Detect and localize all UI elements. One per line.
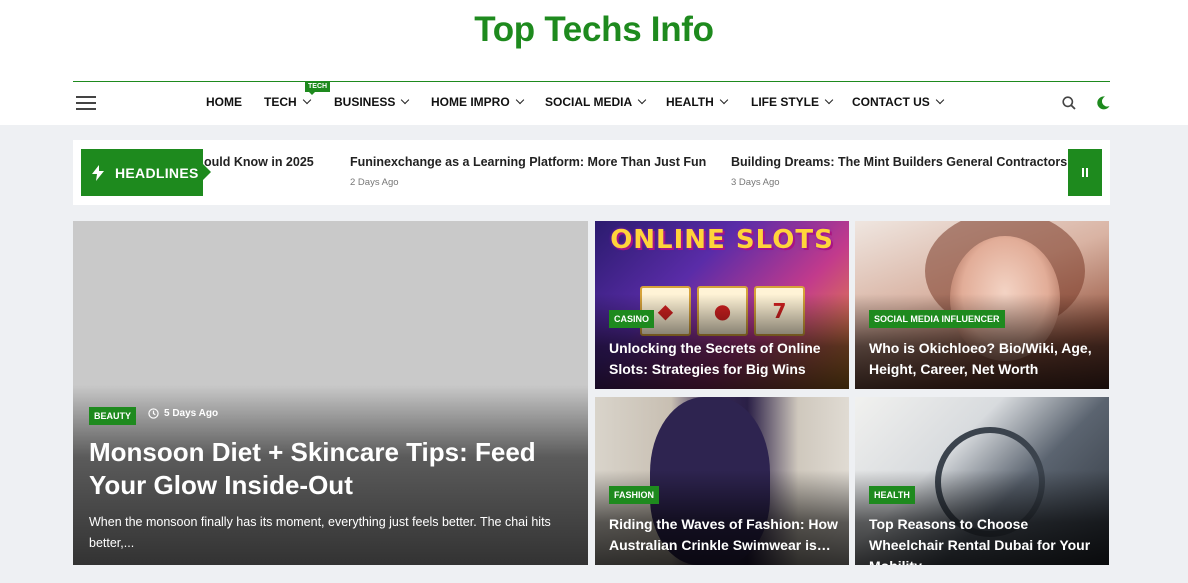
- ticker-item[interactable]: Building Dreams: The Mint Builders Gener…: [731, 155, 1085, 188]
- category-badge[interactable]: HEALTH: [869, 486, 915, 504]
- nav-item-health[interactable]: HEALTH: [666, 95, 729, 109]
- category-badge[interactable]: CASINO: [609, 310, 655, 328]
- ticker-date: 2 Days Ago: [350, 177, 399, 188]
- chevron-down-icon: [515, 95, 524, 105]
- site-title[interactable]: Top Techs Info: [0, 10, 1188, 50]
- category-badge[interactable]: BEAUTY: [89, 407, 137, 425]
- pause-button[interactable]: [1068, 149, 1102, 196]
- post-card[interactable]: HEALTH Top Reasons to Choose Wheelchair …: [855, 397, 1109, 565]
- post-excerpt: When the monsoon finally has its moment,…: [89, 515, 551, 550]
- headlines-label: HEADLINES: [81, 149, 211, 196]
- tech-badge: TECH: [305, 81, 331, 95]
- chevron-down-icon: [637, 95, 647, 105]
- nav-item-home-impro[interactable]: HOME IMPRO: [431, 95, 524, 109]
- nav-divider: [73, 81, 1110, 82]
- nav-item-tech[interactable]: TECH: [264, 95, 311, 109]
- search-icon[interactable]: [1062, 96, 1076, 110]
- chevron-down-icon: [719, 95, 729, 105]
- nav-item-social-media[interactable]: SOCIAL MEDIA: [545, 95, 647, 109]
- ticker-date: 3 Days Ago: [731, 177, 780, 188]
- post-card[interactable]: FASHION Riding the Waves of Fashion: How…: [595, 397, 849, 565]
- post-card[interactable]: SOCIAL MEDIA INFLUENCER Who is Okichloeo…: [855, 221, 1109, 389]
- card-image-text: ONLINE SLOTS: [610, 225, 834, 255]
- headlines-ticker: HEADLINES ould Know in 2025 Funinexchang…: [73, 140, 1110, 205]
- nav-item-contact-us[interactable]: CONTACT US: [852, 95, 945, 109]
- pause-icon: [1082, 168, 1084, 177]
- headlines-text: HEADLINES: [115, 164, 199, 181]
- nav-item-label: HOME IMPRO: [431, 95, 510, 109]
- nav-item-home[interactable]: HOME: [206, 95, 242, 109]
- post-card[interactable]: ONLINE SLOTS ◆●7 CASINO Unlocking the Se…: [595, 221, 849, 389]
- nav-item-label: CONTACT US: [852, 95, 930, 109]
- post-title[interactable]: Riding the Waves of Fashion: How Austral…: [609, 514, 839, 556]
- post-title[interactable]: Monsoon Diet + Skincare Tips: Feed Your …: [89, 436, 559, 502]
- ticker-item[interactable]: Funinexchange as a Learning Platform: Mo…: [350, 155, 706, 188]
- nav-item-life-style[interactable]: LIFE STYLE: [751, 95, 834, 109]
- main-nav: HOME TECH BUSINESS HOME IMPRO SOCIAL MED…: [0, 95, 1188, 111]
- chevron-down-icon: [401, 95, 410, 105]
- chevron-down-icon: [824, 95, 834, 105]
- category-badge[interactable]: FASHION: [609, 486, 660, 504]
- category-badge[interactable]: SOCIAL MEDIA INFLUENCER: [869, 310, 1005, 328]
- post-title[interactable]: Who is Okichloeo? Bio/Wiki, Age, Height,…: [869, 338, 1099, 380]
- clock-icon: [148, 408, 159, 419]
- ticker-title[interactable]: ould Know in 2025: [204, 155, 314, 169]
- nav-item-business[interactable]: BUSINESS: [334, 95, 410, 109]
- nav-item-label: HEALTH: [666, 95, 714, 109]
- chevron-down-icon: [935, 95, 945, 105]
- chevron-down-icon: [302, 95, 311, 105]
- ticker-title[interactable]: Building Dreams: The Mint Builders Gener…: [731, 155, 1085, 169]
- post-title[interactable]: Top Reasons to Choose Wheelchair Rental …: [869, 514, 1099, 565]
- site-header: Top Techs Info TECH HOME TECH BUSINESS H…: [0, 0, 1188, 125]
- ticker-title[interactable]: Funinexchange as a Learning Platform: Mo…: [350, 155, 706, 169]
- moon-icon[interactable]: [1095, 95, 1111, 111]
- post-date-text: 5 Days Ago: [164, 408, 219, 419]
- ticker-item[interactable]: ould Know in 2025: [204, 155, 314, 169]
- nav-item-label: BUSINESS: [334, 95, 396, 109]
- nav-item-label: HOME: [206, 95, 242, 109]
- nav-item-label: TECH: [264, 95, 297, 109]
- bolt-icon: [92, 164, 104, 181]
- post-title[interactable]: Unlocking the Secrets of Online Slots: S…: [609, 338, 839, 380]
- nav-item-label: LIFE STYLE: [751, 95, 820, 109]
- featured-post[interactable]: BEAUTY 5 Days Ago Monsoon Diet + Skincar…: [73, 221, 588, 565]
- post-date: 5 Days Ago: [148, 408, 218, 419]
- nav-item-label: SOCIAL MEDIA: [545, 95, 633, 109]
